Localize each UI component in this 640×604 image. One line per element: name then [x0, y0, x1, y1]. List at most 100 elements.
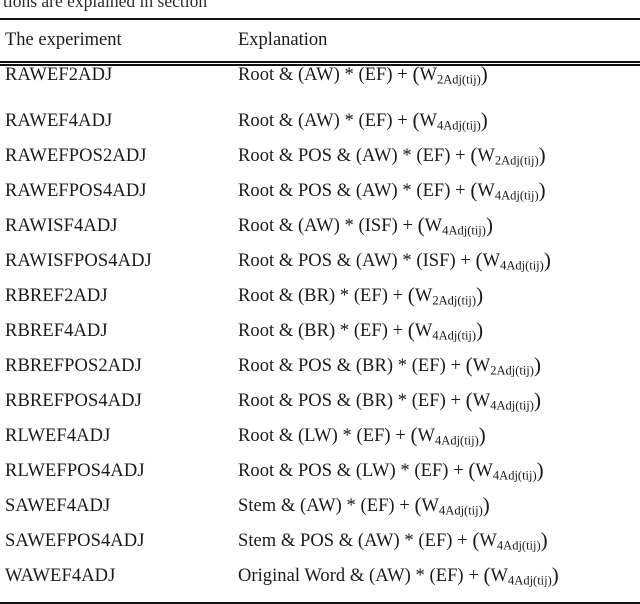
- column-header-explanation: Explanation: [238, 30, 328, 50]
- formula-weight-term: (W4Adj(tij)): [410, 423, 485, 448]
- weight-variable: W: [419, 111, 437, 131]
- table-row: RLWEF4ADJ Root & (LW) * (EF) + (W4Adj(tij…: [0, 423, 640, 462]
- clipped-paragraph-text: tions are explained in section: [3, 0, 208, 11]
- formula-prefix: Root & (AW) * (EF) +: [238, 111, 413, 131]
- table-row: RBREF2ADJ Root & (BR) * (EF) + (W2Adj(tij…: [0, 285, 640, 322]
- open-paren: (: [483, 563, 491, 587]
- weight-subscript: 4Adj(tij): [494, 188, 539, 203]
- weight-variable: W: [472, 356, 491, 376]
- cell-experiment-name: RBREF4ADJ: [5, 321, 108, 341]
- weight-variable: W: [482, 251, 501, 271]
- cell-explanation-formula: Root & POS & (AW) * (EF) + (W2Adj(tij)): [237, 145, 640, 182]
- weight-subscript: 2Adj(tij): [437, 72, 481, 87]
- weight-subscript: 4Adj(tij): [508, 573, 552, 588]
- close-paren: ): [485, 213, 493, 237]
- cell-experiment-name: SAWEF4ADJ: [5, 496, 111, 516]
- close-paren: ): [476, 283, 484, 307]
- cell-experiment-name: RBREF2ADJ: [5, 286, 108, 306]
- table-body: RAWEF2ADJ Root & (AW) * (EF) + (W2Adj(tij…: [0, 62, 640, 602]
- table-row: RAWEF2ADJ Root & (AW) * (EF) + (W2Adj(tij…: [0, 62, 640, 112]
- cell-experiment-name: SAWEFPOS4ADJ: [5, 531, 145, 551]
- cell-experiment-name: RAWEFPOS2ADJ: [5, 146, 147, 166]
- open-paren: (: [412, 108, 420, 132]
- open-paren: (: [412, 62, 420, 86]
- table-row: RAWEF4ADJ Root & (AW) * (EF) + (W4Adj(tij…: [0, 110, 640, 147]
- weight-subscript: 2Adj(tij): [494, 153, 539, 168]
- weight-variable: W: [475, 461, 493, 481]
- formula-weight-term: (W4Adj(tij)): [472, 528, 548, 553]
- cell-experiment-name: RLWEF4ADJ: [5, 426, 111, 446]
- table-row: RBREF4ADJ Root & (BR) * (EF) + (W4Adj(tij…: [0, 320, 640, 357]
- formula-prefix: Root & POS & (BR) * (EF) +: [238, 391, 466, 411]
- weight-subscript: 4Adj(tij): [442, 223, 486, 238]
- table-row: RAWEFPOS4ADJ Root & POS & (AW) * (EF) + (…: [0, 178, 640, 217]
- weight-subscript: 4Adj(tij): [500, 258, 544, 273]
- table-row: RAWISF4ADJ Root & (AW) * (ISF) + (W4Adj(t…: [0, 213, 640, 252]
- weight-variable: W: [417, 426, 436, 446]
- weight-variable: W: [477, 181, 495, 201]
- cell-explanation-formula: Root & (AW) * (EF) + (W4Adj(tij)): [237, 110, 640, 147]
- formula-prefix: Root & POS & (BR) * (EF) +: [238, 356, 466, 376]
- formula-prefix: Root & POS & (LW) * (EF) +: [238, 461, 469, 481]
- cell-experiment-name: RAWEFPOS4ADJ: [5, 181, 147, 201]
- open-paren: (: [410, 423, 418, 447]
- cell-explanation-formula: Root & POS & (BR) * (EF) + (W2Adj(tij)): [237, 355, 640, 392]
- cell-experiment-name: RLWEFPOS4ADJ: [5, 461, 145, 481]
- cell-explanation-formula: Root & (AW) * (ISF) + (W4Adj(tij)): [237, 213, 640, 252]
- cell-experiment-name: RBREFPOS2ADJ: [5, 356, 142, 376]
- table-row: RAWISFPOS4ADJ Root & POS & (AW) * (ISF) +…: [0, 250, 640, 287]
- cell-explanation-formula: Original Word & (AW) * (EF) + (W4Adj(tij…: [237, 563, 640, 602]
- cell-experiment-name: RAWEF2ADJ: [5, 65, 113, 85]
- weight-subscript: 4Adj(tij): [496, 538, 541, 553]
- cell-experiment-name: RAWISF4ADJ: [5, 216, 118, 236]
- table: The experiment Explanation: [0, 20, 640, 61]
- weight-subscript: 4Adj(tij): [439, 503, 483, 518]
- weight-variable: W: [414, 286, 433, 306]
- table-row: SAWEFPOS4ADJ Stem & POS & (AW) * (EF) + (…: [0, 528, 640, 567]
- formula-weight-term: (W2Adj(tij)): [466, 355, 541, 378]
- close-paren: ): [538, 143, 546, 167]
- cell-explanation-formula: Root & POS & (BR) * (EF) + (W4Adj(tij)): [237, 390, 640, 427]
- weight-subscript: 4Adj(tij): [432, 328, 477, 343]
- close-paren: ): [476, 318, 484, 342]
- cell-explanation-formula: Root & POS & (AW) * (EF) + (W4Adj(tij)): [237, 178, 640, 217]
- weight-subscript: 4Adj(tij): [492, 468, 537, 483]
- close-paren: ): [480, 62, 488, 86]
- close-paren: ): [538, 178, 546, 202]
- cell-experiment-name: RBREFPOS4ADJ: [5, 391, 142, 411]
- formula-weight-term: (W4Adj(tij)): [483, 563, 558, 588]
- cell-explanation-formula: Root & (BR) * (EF) + (W2Adj(tij)): [237, 285, 640, 322]
- weight-variable: W: [479, 531, 497, 551]
- close-paren: ): [536, 458, 544, 482]
- experiment-explanation-table: The experiment Explanation RAWEF2ADJ Root…: [0, 18, 640, 604]
- close-paren: ): [480, 108, 488, 132]
- weight-variable: W: [419, 65, 437, 85]
- column-header-experiment: The experiment: [5, 30, 122, 50]
- open-paren: (: [472, 528, 480, 552]
- formula-weight-term: (W4Adj(tij)): [476, 250, 551, 273]
- formula-prefix: Root & (BR) * (EF) +: [238, 286, 408, 306]
- formula-prefix: Root & POS & (AW) * (EF) +: [238, 146, 471, 166]
- weight-variable: W: [477, 146, 495, 166]
- open-paren: (: [470, 178, 478, 202]
- cell-explanation-formula: Root & POS & (AW) * (ISF) + (W4Adj(tij)): [237, 250, 640, 287]
- weight-variable: W: [424, 216, 443, 236]
- formula-prefix: Root & (BR) * (EF) +: [238, 321, 408, 341]
- table-body-wrapper: RAWEF2ADJ Root & (AW) * (EF) + (W2Adj(tij…: [0, 62, 640, 602]
- formula-weight-term: (W2Adj(tij)): [412, 62, 488, 87]
- formula-weight-term: (W4Adj(tij)): [417, 213, 493, 238]
- formula-weight-term: (W4Adj(tij)): [466, 390, 541, 413]
- table-row: WAWEF4ADJ Original Word & (AW) * (EF) + (…: [0, 563, 640, 602]
- cell-experiment-name: RAWEF4ADJ: [5, 111, 113, 131]
- formula-weight-term: (W4Adj(tij)): [470, 178, 546, 203]
- close-paren: ): [540, 528, 548, 552]
- cell-explanation-formula: Root & (LW) * (EF) + (W4Adj(tij)): [237, 423, 640, 462]
- open-paren: (: [407, 283, 415, 307]
- cell-explanation-formula: Root & POS & (LW) * (EF) + (W4Adj(tij)): [237, 460, 640, 497]
- open-paren: (: [470, 143, 478, 167]
- weight-variable: W: [421, 496, 440, 516]
- open-paren: (: [417, 213, 425, 237]
- open-paren: (: [468, 458, 476, 482]
- cell-explanation-formula: Root & (AW) * (EF) + (W2Adj(tij)): [237, 62, 640, 112]
- weight-subscript: 2Adj(tij): [490, 363, 534, 378]
